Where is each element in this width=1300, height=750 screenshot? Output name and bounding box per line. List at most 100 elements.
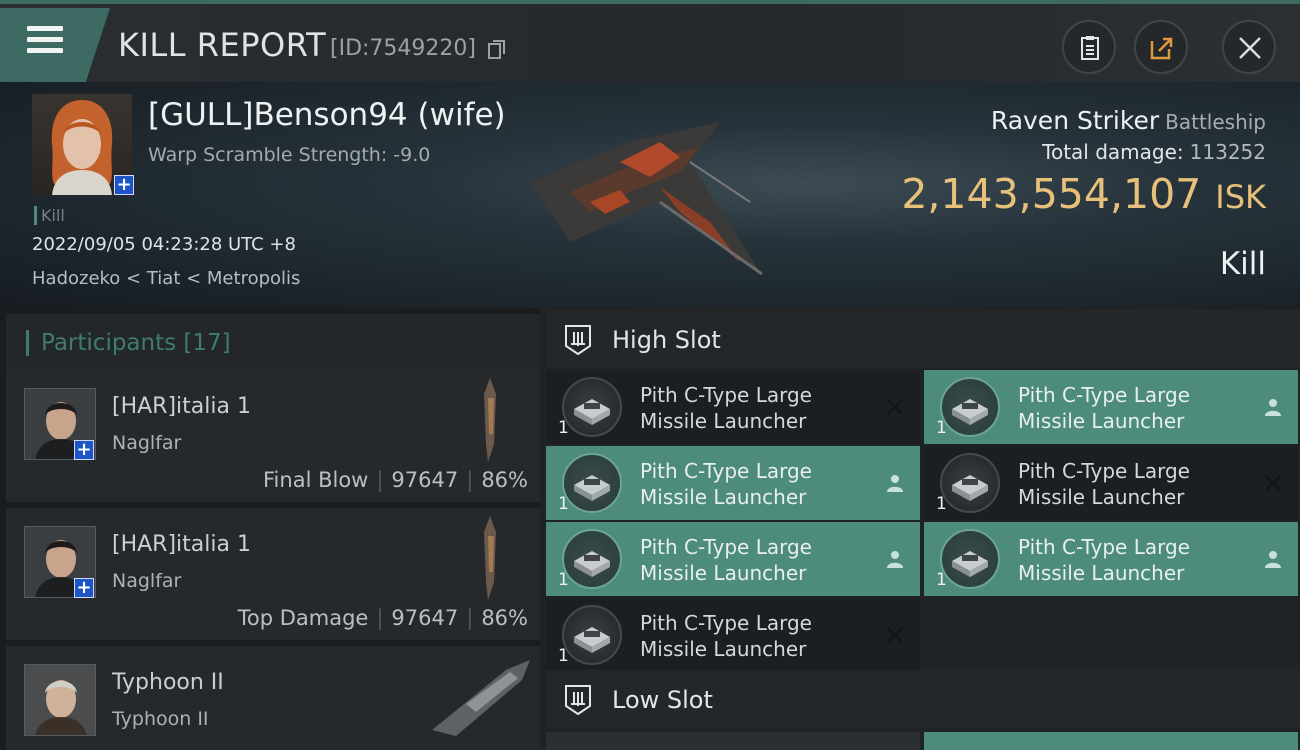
missile-launcher-icon xyxy=(940,377,1000,437)
participants-count: [17] xyxy=(183,330,231,356)
close-icon xyxy=(1239,37,1261,59)
participant-name: Typhoon II xyxy=(112,670,224,695)
participant-ship-icon xyxy=(484,516,496,600)
total-damage: Total damage: 113252 xyxy=(1042,140,1266,164)
dropped-person-icon xyxy=(887,551,903,568)
module-quantity: 1 xyxy=(936,570,947,590)
participants-title: Participants [17] xyxy=(26,330,231,356)
kill-location[interactable]: Hadozeko < Tiat < Metropolis xyxy=(32,268,300,289)
participant-ship: Typhoon II xyxy=(112,708,209,730)
module-tile[interactable]: 1 Pith C-Type Large Missile Launcher xyxy=(924,446,1298,520)
module-tile[interactable]: 1 Pith C-Type Large Missile Launcher xyxy=(546,446,920,520)
destroyed-x-icon xyxy=(887,399,903,415)
participant-role: Top Damage xyxy=(237,606,369,630)
warp-scramble-strength: Warp Scramble Strength: -9.0 xyxy=(148,144,431,166)
participants-panel: Participants [17] + [HAR]italia 1 Naglfa… xyxy=(0,308,540,750)
share-button[interactable] xyxy=(1134,20,1188,74)
participant-row[interactable]: + [HAR]italia 1 Naglfar Top Damage | 97647… xyxy=(6,508,540,642)
missile-launcher-icon xyxy=(940,529,1000,589)
destroyed-x-icon xyxy=(1265,475,1281,491)
stat-divider: | xyxy=(376,606,384,630)
participant-row[interactable]: Typhoon II Typhoon II xyxy=(6,646,540,750)
copy-icon[interactable] xyxy=(488,40,505,59)
ship-class: Battleship xyxy=(1165,110,1266,134)
isk-unit: ISK xyxy=(1215,178,1266,216)
kill-tag: Kill xyxy=(34,206,65,225)
module-quantity: 1 xyxy=(558,494,569,514)
missile-launcher-icon xyxy=(562,529,622,589)
participant-plus-badge: + xyxy=(74,578,94,598)
missile-launcher-icon xyxy=(562,605,622,665)
victim-plus-badge: + xyxy=(114,175,134,195)
result-label: Kill xyxy=(1219,246,1266,282)
participant-ship-icon xyxy=(484,378,496,462)
victim-banner: + [GULL]Benson94 (wife) Warp Scramble St… xyxy=(0,82,1300,308)
participant-row[interactable]: + [HAR]italia 1 Naglfar Final Blow | 97647… xyxy=(6,370,540,504)
module-tile[interactable]: 1 Pith C-Type Large Missile Launcher xyxy=(546,522,920,596)
participant-ship-icon xyxy=(432,660,530,736)
participant-role: Final Blow xyxy=(263,468,369,492)
victim-ship[interactable]: Raven Striker Battleship xyxy=(991,106,1266,135)
close-button[interactable] xyxy=(1222,20,1276,74)
module-name: Pith C-Type Large Missile Launcher xyxy=(640,535,812,585)
low-slot-module[interactable] xyxy=(924,732,1298,750)
stat-divider: | xyxy=(376,468,384,492)
module-tile[interactable]: 1 Pith C-Type Large Missile Launcher xyxy=(546,598,920,672)
participant-stats: Top Damage | 97647 | 86% xyxy=(238,606,528,630)
participant-plus-badge: + xyxy=(74,440,94,460)
missile-launcher-icon xyxy=(562,377,622,437)
high-slot-title: High Slot xyxy=(612,326,721,354)
participant-ship: Naglfar xyxy=(112,570,182,592)
participant-damage: 97647 xyxy=(391,606,459,630)
victim-name[interactable]: [GULL]Benson94 (wife) xyxy=(148,97,506,133)
module-quantity: 1 xyxy=(936,418,947,438)
low-slot-module[interactable] xyxy=(546,732,920,750)
participants-header[interactable]: Participants [17] xyxy=(6,314,540,372)
dropped-person-icon xyxy=(1265,399,1281,416)
victim-ship-render xyxy=(530,122,763,276)
clipboard-button[interactable] xyxy=(1062,20,1116,74)
menu-button[interactable] xyxy=(0,8,110,82)
module-tile[interactable]: 1 Pith C-Type Large Missile Launcher xyxy=(546,370,920,444)
module-name: Pith C-Type Large Missile Launcher xyxy=(1018,459,1190,509)
kill-report-header: KILL REPORT [ID:7549220] xyxy=(0,0,1300,82)
module-quantity: 1 xyxy=(936,494,947,514)
menu-icon xyxy=(27,26,63,59)
page-title: KILL REPORT xyxy=(118,26,327,64)
pilot-avatar-icon xyxy=(25,665,95,735)
participant-name: [HAR]italia 1 xyxy=(112,532,251,557)
isk-amount: 2,143,554,107 xyxy=(901,170,1202,218)
module-name: Pith C-Type Large Missile Launcher xyxy=(1018,535,1190,585)
participant-name: [HAR]italia 1 xyxy=(112,394,251,419)
module-tile[interactable]: 1 Pith C-Type Large Missile Launcher xyxy=(924,370,1298,444)
participant-percent: 86% xyxy=(481,468,528,492)
stat-divider: | xyxy=(466,468,474,492)
participant-stats: Final Blow | 97647 | 86% xyxy=(263,468,528,492)
participant-damage: 97647 xyxy=(391,468,459,492)
high-slot-header: High Slot xyxy=(546,310,1300,368)
dropped-person-icon xyxy=(887,475,903,492)
module-name: Pith C-Type Large Missile Launcher xyxy=(640,383,812,433)
participant-percent: 86% xyxy=(481,606,528,630)
dropped-person-icon xyxy=(1265,551,1281,568)
total-damage-value: 113252 xyxy=(1189,140,1266,164)
isk-value: 2,143,554,107 ISK xyxy=(901,170,1266,218)
low-slot-title: Low Slot xyxy=(612,686,713,714)
participant-avatar xyxy=(24,664,96,736)
ship-name: Raven Striker xyxy=(990,106,1160,135)
module-name: Pith C-Type Large Missile Launcher xyxy=(640,611,812,661)
share-icon xyxy=(1150,37,1173,60)
stat-divider: | xyxy=(466,606,474,630)
low-slot-icon xyxy=(565,685,591,716)
module-tile[interactable]: 1 Pith C-Type Large Missile Launcher xyxy=(924,522,1298,596)
missile-launcher-icon xyxy=(562,453,622,513)
module-name: Pith C-Type Large Missile Launcher xyxy=(640,459,812,509)
low-slot-header: Low Slot xyxy=(546,670,1300,728)
module-quantity: 1 xyxy=(558,570,569,590)
module-name: Pith C-Type Large Missile Launcher xyxy=(1018,383,1190,433)
high-slot-icon xyxy=(565,325,591,356)
clipboard-icon xyxy=(1081,36,1099,60)
participants-label: Participants xyxy=(41,330,177,356)
destroyed-x-icon xyxy=(887,627,903,643)
report-id: [ID:7549220] xyxy=(330,36,476,61)
